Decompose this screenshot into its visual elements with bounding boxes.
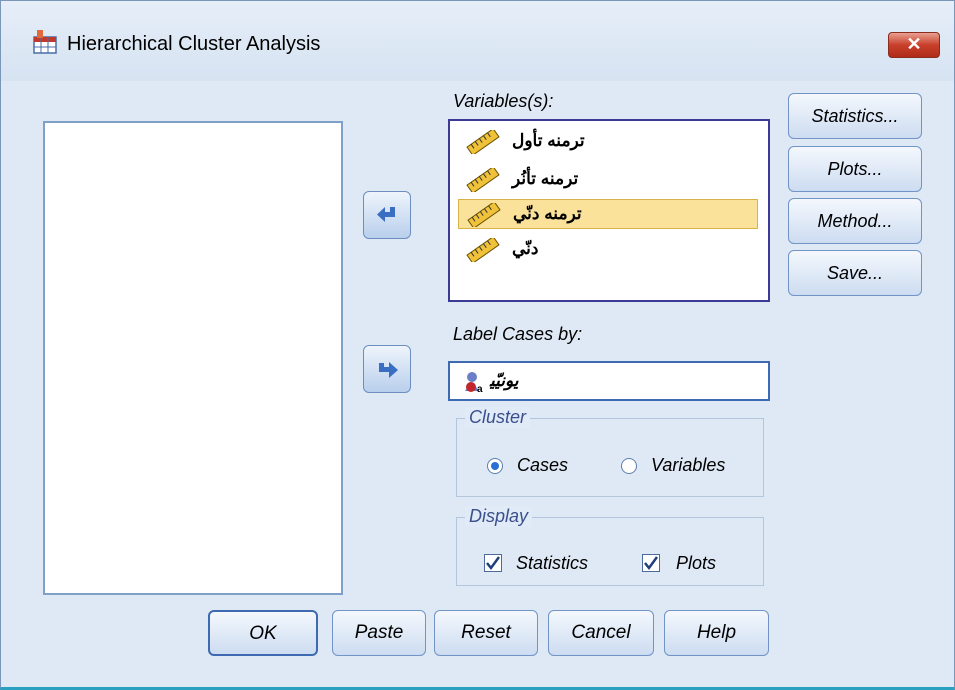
checkmark-icon [486,556,501,571]
variables-label: Variables(s): [453,91,554,111]
method-button[interactable]: Method... [788,198,922,244]
paste-button[interactable]: Paste [332,610,426,656]
move-to-label-button[interactable] [363,345,411,393]
close-button[interactable]: ✕ [888,32,940,58]
source-variable-list[interactable] [43,121,343,595]
ruler-icon [466,130,500,154]
variables-list[interactable]: ﺗﺮﻣﻨﻪ ﺗﺄﻭﻝ ﺗﺮﻣﻨﻪ ﺗﺄﻧُﺮ ﺗﺮﻣﻨﻪ ﺩﻧّﻲ ﺩﻧّﻲ [448,119,770,302]
plots-checkbox-label: Plots [676,553,717,573]
display-group: Display [456,506,764,586]
ruler-icon [466,238,500,262]
arrow-left-icon [377,207,395,222]
ruler-icon [466,168,500,192]
save-button[interactable]: Save... [788,250,922,296]
plots-checkbox[interactable] [642,554,660,572]
label-cases-value: ﻳﻮﻧﻴّﻴ [490,371,519,390]
list-item-label: ﺗﺮﻣﻨﻪ ﺗﺄﻧُﺮ [512,169,579,188]
table-icon [33,30,57,54]
reset-button[interactable]: Reset [434,610,538,656]
person-icon: a [465,372,483,393]
statistics-checkbox[interactable] [484,554,502,572]
label-cases-field[interactable]: a ﻳﻮﻧﻴّﻴ [448,361,770,401]
cancel-button[interactable]: Cancel [548,610,654,656]
window-title: Hierarchical Cluster Analysis [67,33,321,55]
list-item-selected[interactable]: ﺗﺮﻣﻨﻪ ﺩﻧّﻲ [458,199,758,229]
arrow-right-icon [379,362,398,378]
variables-radio[interactable] [621,458,637,474]
move-to-variables-button[interactable] [363,191,411,239]
list-item[interactable]: ﺩﻧّﻲ [458,235,758,265]
dialog-window: Hierarchical Cluster Analysis ✕ Variable… [0,0,955,690]
list-item[interactable]: ﺗﺮﻣﻨﻪ ﺗﺄﻭﻝ [458,127,758,157]
list-item-label: ﺩﻧّﻲ [512,239,539,258]
cluster-group-title: Cluster [465,407,531,428]
variables-radio-label: Variables [651,455,726,475]
help-button[interactable]: Help [664,610,769,656]
ok-button[interactable]: OK [208,610,318,656]
list-item-label: ﺗﺮﻣﻨﻪ ﺗﺄﻭﻝ [512,131,585,150]
cases-radio-label: Cases [517,455,569,475]
title-bar: Hierarchical Cluster Analysis ✕ [1,1,954,81]
cases-radio[interactable] [487,458,503,474]
list-item-label: ﺗﺮﻣﻨﻪ ﺩﻧّﻲ [513,204,582,223]
ruler-icon [467,203,501,227]
plots-button[interactable]: Plots... [788,146,922,192]
statistics-button[interactable]: Statistics... [788,93,922,139]
svg-text:a: a [477,384,483,393]
list-item[interactable]: ﺗﺮﻣﻨﻪ ﺗﺄﻧُﺮ [458,165,758,195]
statistics-checkbox-label: Statistics [516,553,589,573]
display-group-title: Display [465,506,533,527]
checkmark-icon [644,556,659,571]
label-cases-label: Label Cases by: [453,324,583,344]
